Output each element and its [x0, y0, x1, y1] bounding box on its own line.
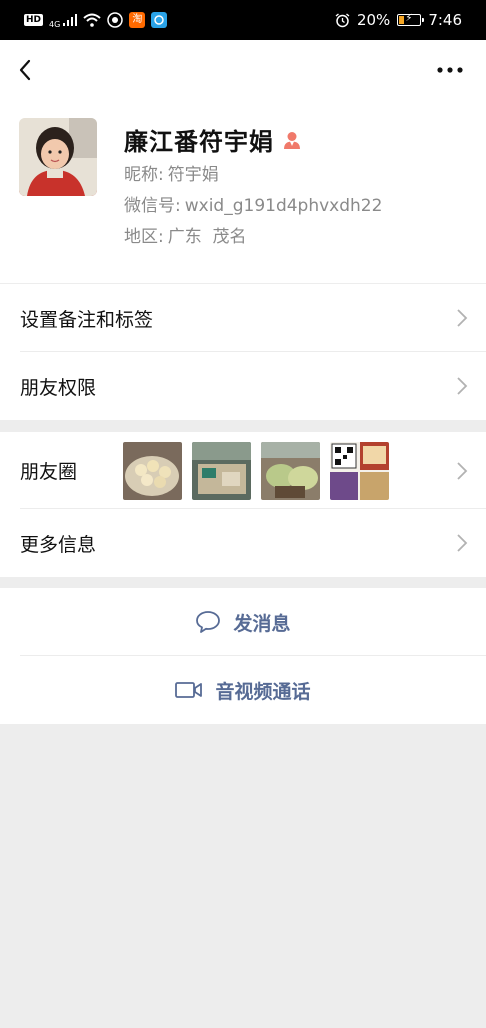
- network-type: 4G: [49, 20, 61, 29]
- mobile-app-icon: [151, 12, 168, 28]
- status-left: HD 4G 淘: [24, 11, 168, 29]
- friend-permissions-row[interactable]: 朋友权限: [0, 352, 486, 420]
- region-line: 地区: 广东 茂名: [124, 222, 247, 247]
- remark-tags-label: 设置备注和标签: [20, 308, 154, 331]
- female-person-icon: [284, 131, 300, 149]
- actions-section: 发消息 音视频通话: [0, 588, 486, 724]
- battery-icon: ⚡: [397, 13, 425, 26]
- hd-badge: HD: [24, 14, 44, 26]
- chevron-left-icon[interactable]: [12, 56, 40, 84]
- status-bar: HD 4G 淘 20% ⚡ 7:46: [0, 0, 486, 40]
- alarm-icon: [335, 12, 350, 27]
- moments-row[interactable]: 朋友圈: [0, 432, 486, 509]
- name-row: 廉江番符宇娟: [124, 122, 302, 157]
- video-camera-icon: [175, 682, 203, 698]
- chat-bubble-icon: [196, 611, 221, 633]
- chevron-right-icon: [457, 461, 468, 480]
- send-message-button[interactable]: 发消息: [0, 588, 486, 656]
- region-value: 广东 茂名: [167, 227, 247, 247]
- nickname-value: 符宇娟: [167, 165, 219, 185]
- send-message-label: 发消息: [233, 612, 291, 635]
- divider: [20, 655, 486, 656]
- moments-thumbnail: [261, 442, 320, 500]
- moments-thumbnails: [123, 442, 389, 500]
- region-label: 地区:: [124, 227, 164, 247]
- av-call-label: 音视频通话: [215, 680, 311, 703]
- contact-name: 廉江番符宇娟: [124, 128, 274, 156]
- more-info-label: 更多信息: [20, 533, 97, 556]
- wechat-id-label: 微信号:: [124, 196, 181, 216]
- avatar-photo: [19, 118, 97, 196]
- taobao-app-icon: 淘: [129, 12, 146, 28]
- avatar[interactable]: [19, 118, 97, 196]
- chevron-right-icon: [457, 377, 468, 395]
- wifi-icon: [83, 13, 101, 27]
- av-call-button[interactable]: 音视频通话: [0, 656, 486, 724]
- signal-icon: [63, 14, 78, 26]
- remark-tags-row[interactable]: 设置备注和标签: [0, 284, 486, 352]
- nickname-label: 昵称:: [124, 165, 164, 185]
- friend-permissions-label: 朋友权限: [20, 376, 97, 399]
- moments-label: 朋友圈: [20, 461, 78, 483]
- wechat-id-line: 微信号: wxid_g191d4phvxdh22: [124, 191, 382, 216]
- clock: 7:46: [428, 11, 462, 29]
- wechat-id-value[interactable]: wxid_g191d4phvxdh22: [185, 196, 383, 216]
- nickname-line: 昵称: 符宇娟: [124, 160, 219, 185]
- status-right: 20% ⚡ 7:46: [335, 11, 462, 29]
- settings-section: 设置备注和标签 朋友权限: [0, 284, 486, 420]
- more-dots-icon[interactable]: [436, 62, 464, 78]
- chevron-right-icon: [457, 534, 468, 552]
- chevron-right-icon: [457, 309, 468, 327]
- camera-badge-icon: [107, 12, 124, 28]
- battery-percent: 20%: [356, 11, 391, 29]
- moments-section: 朋友圈 更多信息: [0, 432, 486, 577]
- nav-bar: [0, 40, 486, 100]
- profile-card: 廉江番符宇娟 昵称: 符宇娟 微信号: wxid_g191d4phvxdh22 地区…: [0, 100, 486, 283]
- moments-thumbnail: [123, 442, 182, 500]
- moments-thumbnail: [330, 442, 389, 500]
- moments-thumbnail: [192, 442, 251, 500]
- more-info-row[interactable]: 更多信息: [0, 509, 486, 577]
